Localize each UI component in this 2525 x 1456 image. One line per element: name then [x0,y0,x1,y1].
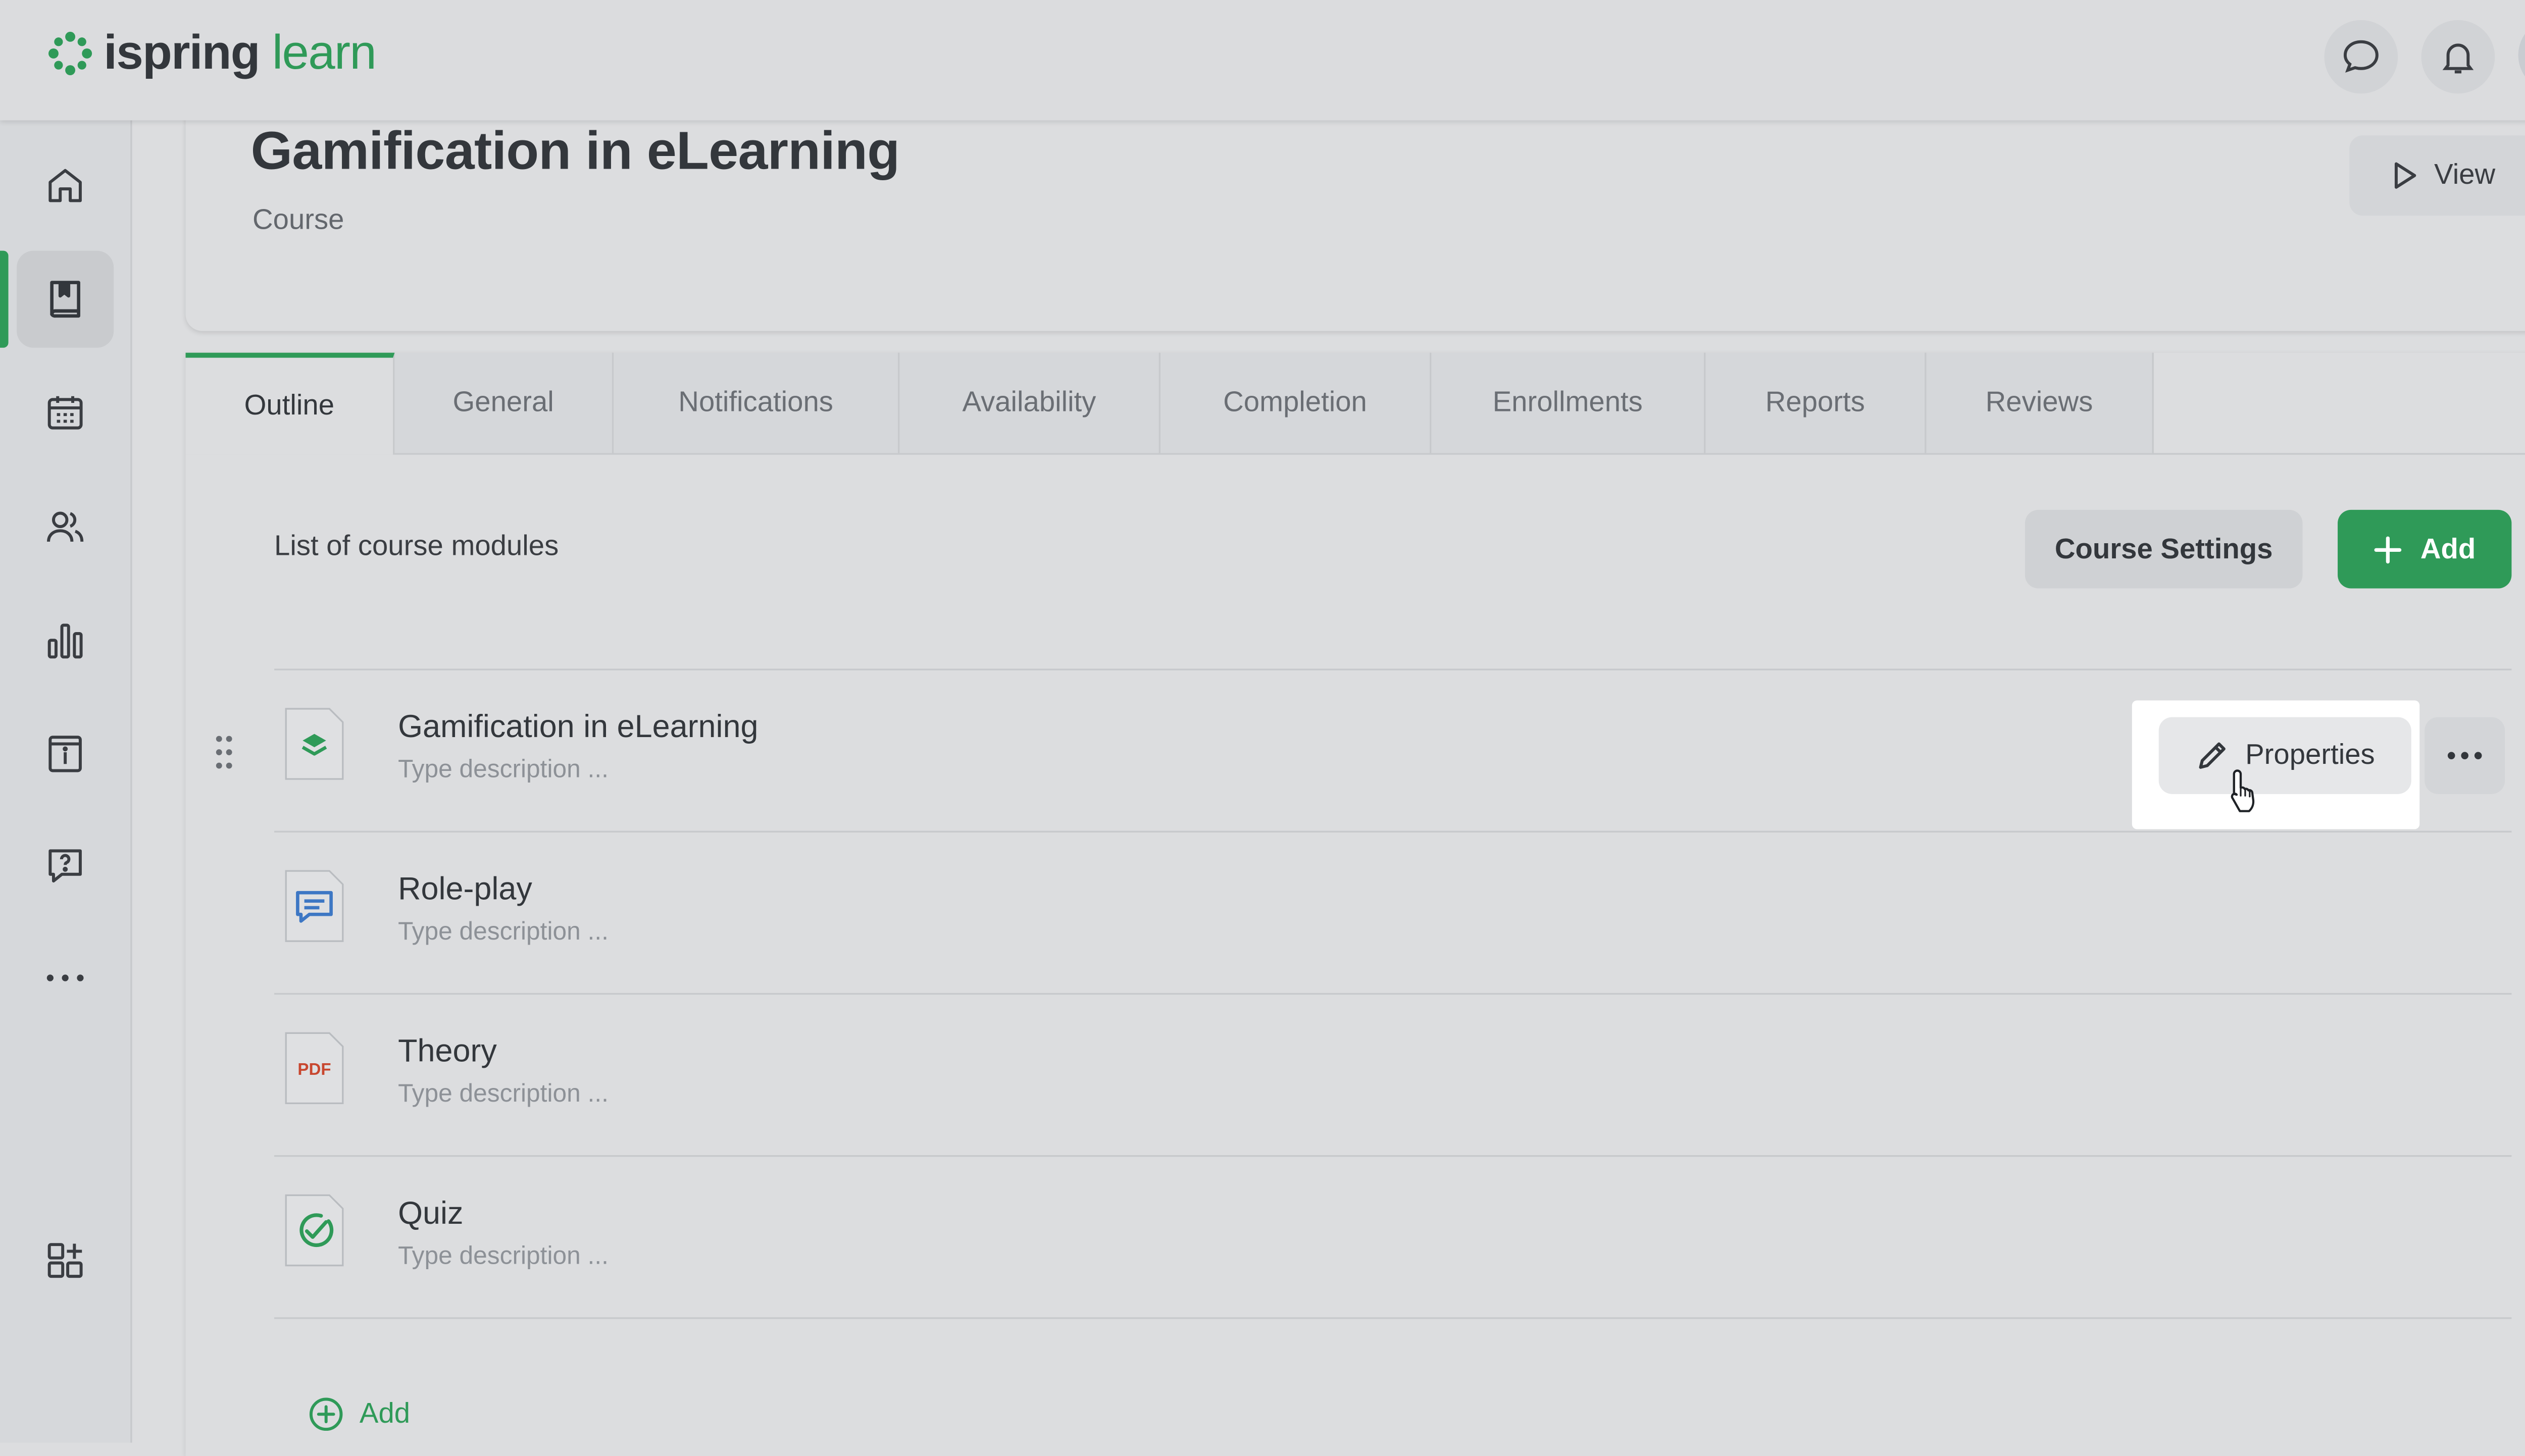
avatar-image [2518,18,2525,92]
module-list: Gamification in eLearning Type descripti… [216,668,2512,1319]
question-chat-icon [48,849,82,882]
module-description[interactable]: Type description ... [398,1080,609,1108]
drag-handle-icon[interactable] [214,734,234,771]
sidebar-item-courses[interactable] [17,250,114,348]
outline-panel: Outline General Notifications Availabili… [185,352,2525,1456]
sidebar-item-reports[interactable] [17,592,114,689]
plus-circle-icon [309,1397,343,1431]
chat-doc-icon [285,870,344,942]
module-row[interactable]: Role-play Type description ... [274,830,2512,993]
module-row[interactable]: Gamification in eLearning Type descripti… [216,668,2512,830]
book-icon [50,281,80,318]
view-button[interactable]: View [2349,135,2525,216]
properties-label: Properties [2245,739,2375,771]
pdf-icon: PDF [285,1032,344,1105]
top-bar: ispring learn [0,0,2525,121]
plus-icon [2375,535,2402,563]
play-icon [2394,162,2416,189]
module-title[interactable]: Role-play [398,872,532,909]
view-button-label: View [2434,159,2496,191]
list-heading: List of course modules [274,530,559,562]
tab-bar: Outline General Notifications Availabili… [185,352,2525,455]
course-header: Gamification in eLearning Course View [185,100,2525,331]
sidebar-item-apps[interactable] [17,1212,114,1309]
sidebar-item-more[interactable] [17,929,114,1026]
users-icon [47,511,84,542]
sidebar-item-home[interactable] [17,137,114,234]
tab-notifications[interactable]: Notifications [614,352,900,453]
chart-icon [47,623,83,659]
logo-text: ispring learn [104,26,377,80]
app-stage: ispring learn Gamification in eLearning … [0,0,2525,1456]
layers-icon [285,708,344,780]
chat-button[interactable] [2324,20,2398,94]
sidebar-item-calendar[interactable] [17,365,114,461]
add-module-label: Add [2420,532,2476,564]
tab-availability[interactable]: Availability [899,352,1160,453]
sidebar-item-info[interactable] [17,705,114,802]
ispring-logo-icon [48,31,92,76]
sidebar [0,120,132,1443]
more-horizontal-icon [2447,752,2482,759]
tab-outline[interactable]: Outline [185,352,395,455]
module-row[interactable]: PDF Theory Type description ... [274,993,2512,1155]
tab-reviews[interactable]: Reviews [1926,352,2154,453]
add-module-button[interactable]: Add [2338,509,2512,589]
page-title: Gamification in eLearning [250,120,900,181]
info-book-icon [48,736,82,772]
sidebar-item-users[interactable] [17,478,114,575]
user-avatar[interactable] [2518,18,2525,92]
sidebar-active-indicator [0,250,9,348]
logo-primary: ispring [104,26,260,80]
add-link-label: Add [359,1397,411,1430]
tab-enrollments[interactable]: Enrollments [1431,352,1706,453]
module-description[interactable]: Type description ... [398,918,609,946]
row-actions-highlight: Properties [2132,700,2420,829]
logo[interactable]: ispring learn [47,26,377,80]
tab-general[interactable]: General [394,352,614,453]
module-description[interactable]: Type description ... [398,1242,609,1270]
page-subtitle: Course [252,203,344,236]
more-icon [46,974,84,981]
module-title[interactable]: Theory [398,1035,497,1072]
module-description[interactable]: Type description ... [398,756,609,784]
module-row[interactable]: Quiz Type description ... [274,1155,2512,1319]
hand-cursor-icon [2231,769,2255,812]
pencil-icon [2198,742,2226,769]
tab-reports[interactable]: Reports [1705,352,1927,453]
calendar-icon [47,396,83,430]
properties-button[interactable]: Properties [2158,717,2411,794]
chat-icon [2343,40,2379,73]
row-more-button[interactable] [2425,717,2505,794]
pdf-icon-label: PDF [297,1060,331,1079]
bell-icon [2442,43,2474,74]
home-icon [48,169,82,202]
logo-secondary: learn [272,26,377,80]
notifications-button[interactable] [2421,20,2495,94]
course-settings-button[interactable]: Course Settings [2025,509,2303,589]
apps-icon [47,1243,83,1278]
module-title[interactable]: Gamification in eLearning [398,710,758,747]
module-title[interactable]: Quiz [398,1197,463,1234]
tab-completion[interactable]: Completion [1160,352,1432,453]
sidebar-item-help[interactable] [17,817,114,914]
check-circle-icon [285,1194,344,1267]
add-link[interactable]: Add [308,1396,410,1433]
